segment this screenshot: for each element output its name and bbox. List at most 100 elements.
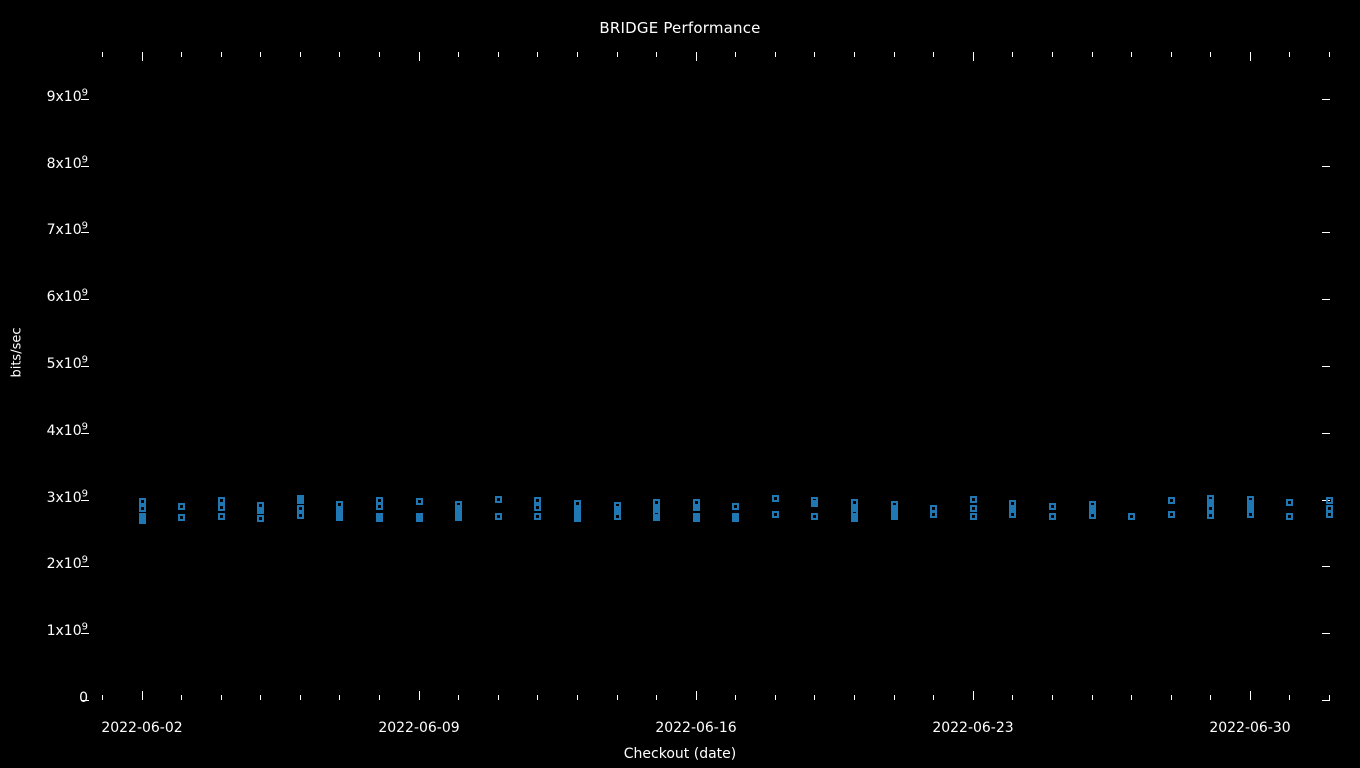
y-tick-mark-right [1322, 566, 1330, 568]
scatter-marker [732, 515, 739, 522]
scatter-marker [257, 507, 264, 514]
scatter-marker [455, 505, 462, 512]
scatter-marker [178, 514, 185, 521]
y-tick-label: 4x109 [46, 421, 88, 439]
x-tick-minor-top [1012, 52, 1013, 57]
x-tick-minor-top [814, 52, 815, 57]
x-tick-minor-top [735, 52, 736, 57]
scatter-marker [693, 504, 700, 511]
x-tick-major-top [1250, 52, 1251, 61]
scatter-marker [218, 504, 225, 511]
scatter-marker [1207, 512, 1214, 519]
x-tick-minor-bottom [1210, 695, 1211, 700]
y-tick-mark-left [81, 499, 89, 501]
scatter-marker [257, 502, 264, 509]
scatter-marker [1247, 511, 1254, 518]
chart-figure: BRIDGE Performance bits/sec Checkout (da… [0, 0, 1360, 768]
x-tick-minor-top [894, 52, 895, 57]
x-tick-minor-bottom [854, 695, 855, 700]
scatter-marker [1247, 500, 1254, 507]
scatter-marker [891, 505, 898, 512]
x-tick-minor-bottom [1171, 695, 1172, 700]
scatter-marker [851, 499, 858, 506]
scatter-marker [1128, 513, 1135, 520]
x-tick-minor-top [933, 52, 934, 57]
scatter-marker [970, 496, 977, 503]
scatter-marker [772, 495, 779, 502]
x-tick-major-bottom [142, 691, 143, 700]
y-tick-mark-left [81, 299, 89, 301]
y-tick-mark-right [1322, 633, 1330, 635]
x-tick-minor-top [1210, 52, 1211, 57]
x-tick-major-bottom [1250, 691, 1251, 700]
scatter-marker [297, 512, 304, 519]
scatter-marker [495, 496, 502, 503]
x-tick-minor-bottom [1289, 695, 1290, 700]
x-tick-minor-top [656, 52, 657, 57]
x-tick-major-top [142, 52, 143, 61]
x-tick-minor-bottom [260, 695, 261, 700]
scatter-marker [653, 504, 660, 511]
scatter-marker [1286, 513, 1293, 520]
scatter-marker [1009, 511, 1016, 518]
scatter-marker [336, 506, 343, 513]
y-tick-label: 6x109 [46, 287, 88, 306]
scatter-marker [693, 499, 700, 506]
x-tick-major-top [973, 52, 974, 61]
scatter-marker [139, 515, 146, 522]
y-tick-mark-left [81, 566, 89, 568]
y-tick-mark-left [81, 98, 89, 100]
scatter-marker [455, 514, 462, 521]
scatter-marker [139, 513, 146, 520]
x-tick-minor-top [537, 52, 538, 57]
y-tick-label: 1x109 [46, 621, 88, 640]
y-tick-label: 3x109 [46, 487, 88, 506]
x-tick-label: 2022-06-02 [101, 720, 183, 736]
scatter-marker [851, 510, 858, 517]
scatter-marker [336, 510, 343, 517]
scatter-marker [614, 513, 621, 520]
y-tick-mark-right [1322, 165, 1330, 167]
x-tick-minor-bottom [577, 695, 578, 700]
x-tick-major-bottom [696, 691, 697, 700]
scatter-marker [772, 511, 779, 518]
y-tick-mark-right [1322, 232, 1330, 234]
scatter-marker [1089, 501, 1096, 508]
y-tick-mark-right [1322, 432, 1330, 434]
x-tick-minor-bottom [735, 695, 736, 700]
scatter-marker [1009, 500, 1016, 507]
scatter-marker [336, 514, 343, 521]
scatter-marker [455, 512, 462, 519]
scatter-marker [574, 505, 581, 512]
scatter-marker [732, 513, 739, 520]
scatter-marker [574, 513, 581, 520]
y-axis-label: bits/sec [9, 327, 25, 378]
x-tick-major-bottom [419, 691, 420, 700]
x-tick-minor-top [775, 52, 776, 57]
scatter-marker [970, 505, 977, 512]
scatter-marker [1326, 511, 1333, 518]
scatter-marker [653, 499, 660, 506]
scatter-marker [416, 515, 423, 522]
x-tick-minor-bottom [1052, 695, 1053, 700]
x-tick-major-bottom [973, 691, 974, 700]
y-tick-mark-right [1322, 499, 1330, 501]
x-tick-minor-top [617, 52, 618, 57]
scatter-marker [416, 498, 423, 505]
x-tick-minor-bottom [181, 695, 182, 700]
scatter-plot-area [0, 0, 1360, 768]
scatter-marker [653, 514, 660, 521]
x-tick-minor-top [339, 52, 340, 57]
scatter-marker [851, 504, 858, 511]
scatter-marker [376, 497, 383, 504]
scatter-marker [732, 503, 739, 510]
y-tick-label: 8x109 [46, 153, 88, 172]
scatter-marker [1168, 497, 1175, 504]
y-tick-mark-left [81, 165, 89, 167]
x-tick-minor-bottom [933, 695, 934, 700]
x-tick-minor-bottom [339, 695, 340, 700]
y-tick-mark-right [1322, 365, 1330, 367]
scatter-marker [376, 503, 383, 510]
scatter-marker [693, 515, 700, 522]
scatter-marker [891, 513, 898, 520]
